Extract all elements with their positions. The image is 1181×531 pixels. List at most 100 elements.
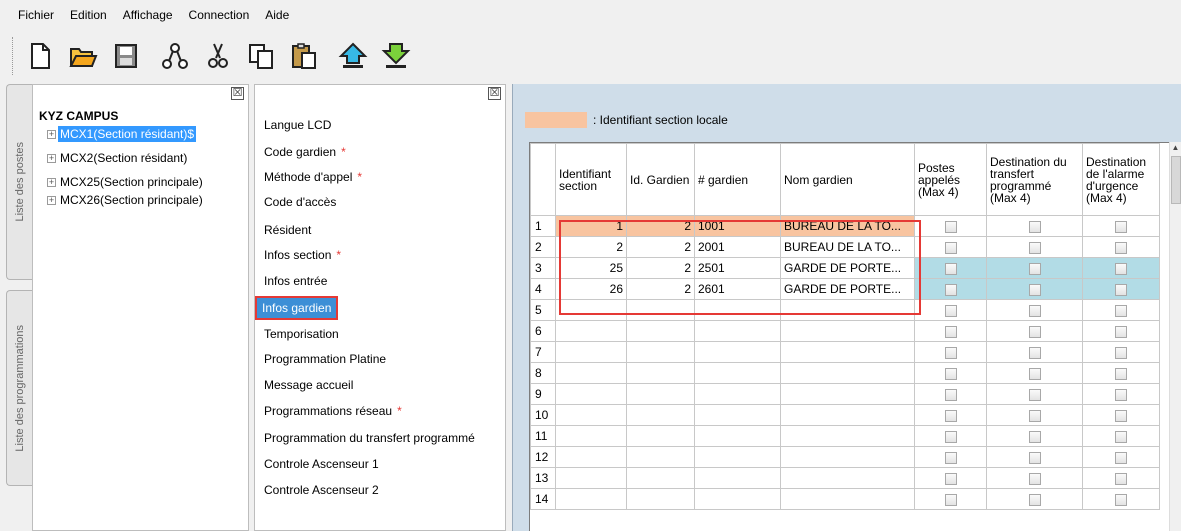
checkbox-postes-appeles[interactable] [944,283,957,296]
checkbox-destination-alarme[interactable] [1115,430,1127,443]
cell-nom-gardien[interactable]: BUREAU DE LA TO... [780,215,915,237]
expand-icon[interactable]: + [47,153,56,163]
cell-id-gardien[interactable] [626,320,695,342]
save-button[interactable] [108,38,144,74]
col-header-nom-gardien[interactable]: Nom gardien [780,143,915,216]
tree-item-mcx2[interactable]: + MCX2(Section résidant) [47,150,189,166]
tab-liste-des-programmations[interactable]: Liste des programmations [6,290,32,486]
menu-aide[interactable]: Aide [265,8,289,22]
checkbox-postes-appeles[interactable] [944,388,957,401]
grid-scrollbar[interactable]: ▲ [1169,142,1181,531]
cell-identifiant-section[interactable] [555,404,627,426]
checkbox-destination-alarme[interactable] [1115,493,1127,506]
cell-nom-gardien[interactable] [780,446,915,468]
config-menu-item[interactable]: Langue LCD [264,115,331,135]
menu-fichier[interactable]: Fichier [18,8,54,22]
cell-nom-gardien[interactable] [780,404,915,426]
checkbox-destination-alarme[interactable] [1115,472,1127,485]
cell-nom-gardien[interactable]: GARDE DE PORTE... [780,257,915,279]
checkbox-destination-transfert[interactable] [1028,304,1041,317]
tab-liste-des-postes[interactable]: Liste des postes [6,84,32,280]
cell-num-gardien[interactable] [694,383,781,405]
menu-edition[interactable]: Edition [70,8,107,22]
col-header-id-gardien[interactable]: Id. Gardien [626,143,695,216]
config-menu-item[interactable]: Message accueil [264,375,353,395]
expand-icon[interactable]: + [47,177,56,187]
checkbox-postes-appeles[interactable] [944,367,957,380]
checkbox-postes-appeles[interactable] [944,409,957,422]
config-menu-item[interactable]: Méthode d'appel * [264,167,362,187]
config-menu-item[interactable]: Code d'accès [264,192,336,212]
cell-identifiant-section[interactable] [555,467,627,489]
checkbox-destination-transfert[interactable] [1028,409,1041,422]
cell-nom-gardien[interactable]: BUREAU DE LA TO... [780,236,915,258]
tree-item-mcx26[interactable]: + MCX26(Section principale) [47,192,205,208]
config-menu-item[interactable]: Infos gardien [255,296,339,320]
scroll-up-icon[interactable]: ▲ [1170,142,1181,154]
paste-button[interactable] [286,38,322,74]
cell-identifiant-section[interactable] [555,446,627,468]
checkbox-destination-alarme[interactable] [1115,220,1127,233]
col-header-postes-appeles[interactable]: Postes appelés (Max 4) [914,143,987,216]
config-menu-item[interactable]: Controle Ascenseur 2 [264,480,379,500]
checkbox-destination-alarme[interactable] [1115,241,1127,254]
checkbox-postes-appeles[interactable] [944,493,957,506]
checkbox-postes-appeles[interactable] [944,220,957,233]
download-button[interactable] [378,38,414,74]
checkbox-destination-alarme[interactable] [1115,409,1127,422]
cell-id-gardien[interactable]: 2 [626,257,695,279]
cell-nom-gardien[interactable] [780,320,915,342]
config-menu-item[interactable]: Temporisation [264,324,339,344]
cell-identifiant-section[interactable] [555,425,627,447]
cell-num-gardien[interactable]: 2601 [694,278,781,300]
tree-root[interactable]: KYZ CAMPUS [39,109,118,123]
tree-item-mcx25[interactable]: + MCX25(Section principale) [47,174,205,190]
cell-num-gardien[interactable] [694,299,781,321]
cell-nom-gardien[interactable]: GARDE DE PORTE... [780,278,915,300]
checkbox-postes-appeles[interactable] [944,430,957,443]
checkbox-postes-appeles[interactable] [944,346,957,359]
cell-id-gardien[interactable]: 2 [626,236,695,258]
checkbox-postes-appeles[interactable] [944,241,957,254]
cell-id-gardien[interactable] [626,404,695,426]
cell-num-gardien[interactable] [694,341,781,363]
cell-identifiant-section[interactable]: 26 [555,278,627,300]
checkbox-destination-alarme[interactable] [1115,283,1127,296]
checkbox-destination-alarme[interactable] [1115,304,1127,317]
config-menu-item[interactable]: Infos section * [264,245,341,265]
config-menu-item[interactable]: Controle Ascenseur 1 [264,454,379,474]
checkbox-destination-alarme[interactable] [1115,262,1127,275]
checkbox-destination-transfert[interactable] [1028,451,1041,464]
checkbox-postes-appeles[interactable] [944,451,957,464]
cell-identifiant-section[interactable] [555,488,627,510]
scroll-thumb[interactable] [1171,156,1181,204]
config-menu-item[interactable]: Programmations réseau * [264,401,402,421]
cell-id-gardien[interactable] [626,488,695,510]
expand-icon[interactable]: + [47,195,56,205]
checkbox-destination-transfert[interactable] [1028,472,1041,485]
cell-id-gardien[interactable] [626,341,695,363]
col-header-destination-transfert[interactable]: Destination du transfert programmé (Max … [986,143,1083,216]
cell-num-gardien[interactable]: 1001 [694,215,781,237]
cell-id-gardien[interactable]: 2 [626,215,695,237]
checkbox-destination-alarme[interactable] [1115,346,1127,359]
cell-num-gardien[interactable]: 2501 [694,257,781,279]
checkbox-destination-alarme[interactable] [1115,325,1127,338]
config-menu-item[interactable]: Code gardien * [264,142,346,162]
cell-identifiant-section[interactable] [555,341,627,363]
new-button[interactable] [22,38,58,74]
col-header-num-gardien[interactable]: # gardien [694,143,781,216]
config-menu-item[interactable]: Infos entrée [264,271,327,291]
menu-affichage[interactable]: Affichage [123,8,173,22]
cell-identifiant-section[interactable]: 25 [555,257,627,279]
checkbox-destination-transfert[interactable] [1028,262,1041,275]
config-menu-item[interactable]: Programmation du transfert programmé [264,428,475,448]
cell-id-gardien[interactable]: 2 [626,278,695,300]
checkbox-postes-appeles[interactable] [944,325,957,338]
close-menu-panel-button[interactable]: ☒ [488,87,501,100]
cell-identifiant-section[interactable] [555,320,627,342]
cell-identifiant-section[interactable] [555,383,627,405]
checkbox-destination-transfert[interactable] [1028,430,1041,443]
cell-num-gardien[interactable] [694,320,781,342]
tree-item-mcx1[interactable]: + MCX1(Section résidant)$ [47,126,197,142]
